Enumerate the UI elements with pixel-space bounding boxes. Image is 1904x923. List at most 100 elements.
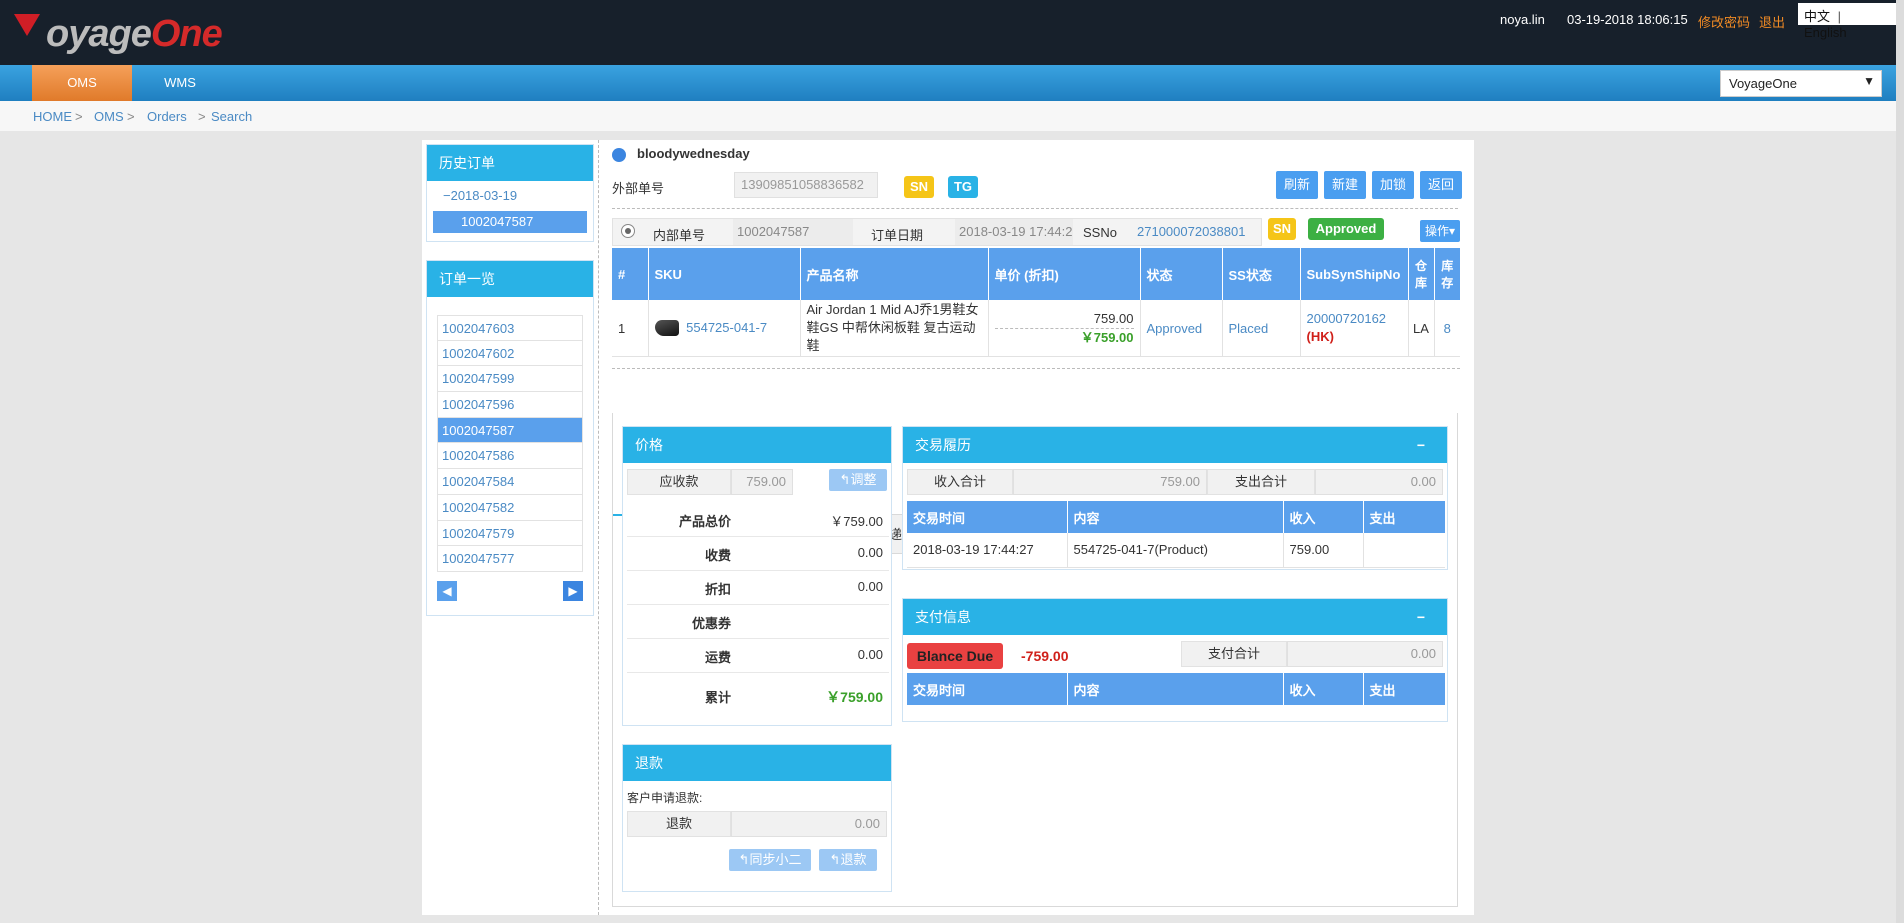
balance-due-badge: Blance Due (907, 643, 1003, 669)
refund-field[interactable]: 0.00 (731, 811, 887, 837)
price-row-label: 产品总价 (678, 514, 731, 529)
price-row-value: 0.00 (857, 647, 883, 662)
history-title: 历史订单 (427, 145, 593, 181)
product-thumbnail[interactable] (654, 320, 679, 337)
breadcrumb-sep: > (75, 109, 83, 124)
ssno-value[interactable]: 271000072038801 (1133, 219, 1255, 245)
new-button[interactable]: 新建 (1324, 171, 1366, 199)
item-status: Approved (1140, 300, 1223, 357)
pay-col-expense: 支出 (1369, 682, 1396, 698)
order-status-badge: Approved (1308, 218, 1384, 240)
order-date-value: 2018-03-19 17:44:2 (955, 219, 1073, 245)
order-list-item[interactable]: 1002047584 (437, 469, 583, 495)
price-panel: 价格 应收款 759.00 ↰调整 产品总价 ￥759.00 收费 0.00 折扣 0.0… (622, 426, 892, 726)
operations-dropdown[interactable]: 操作▾ (1420, 220, 1460, 242)
customer-name[interactable]: bloodywednesday (637, 146, 750, 161)
chevron-down-icon: ▼ (1863, 74, 1875, 88)
next-page-icon[interactable]: ▶ (563, 581, 583, 601)
back-button[interactable]: 返回 (1420, 171, 1462, 199)
ext-order-label: 外部单号 (612, 181, 665, 196)
total-value: ￥759.00 (826, 689, 883, 705)
lang-en-link[interactable]: English (1804, 25, 1847, 40)
order-tag-sn: SN (1268, 218, 1296, 240)
nav-wms[interactable]: WMS (140, 65, 220, 101)
col-status: 状态 (1140, 248, 1223, 300)
item-stock[interactable]: 8 (1434, 300, 1460, 357)
current-datetime: 03-19-2018 18:06:15 (1567, 12, 1688, 27)
income-total-label: 收入合计 (907, 469, 1013, 495)
trade-expense (1363, 533, 1445, 567)
refund-apply-label: 客户申请退款: (627, 791, 703, 805)
order-list-item[interactable]: 1002047577 (437, 546, 583, 572)
price-row-value: ￥759.00 (830, 514, 883, 529)
order-list-item[interactable]: 1002047596 (437, 392, 583, 418)
receivable-field[interactable]: 759.00 (731, 469, 793, 495)
order-date-label: 订单日期 (871, 228, 924, 243)
order-list-item[interactable]: 1002047587 (437, 417, 583, 444)
prev-page-icon[interactable]: ◀ (437, 581, 457, 601)
price-row-label: 收费 (704, 548, 731, 563)
language-switcher: 中文 | English (1798, 3, 1896, 40)
nav-oms[interactable]: OMS (32, 65, 132, 101)
subship-no[interactable]: 20000720162 (1307, 310, 1407, 328)
order-list-item[interactable]: 1002047582 (437, 494, 583, 521)
order-list-item[interactable]: 1002047603 (437, 315, 583, 341)
trade-col-content: 内容 (1067, 501, 1284, 533)
refresh-button[interactable]: 刷新 (1276, 171, 1318, 199)
table-row[interactable]: 1 554725-041-7 Air Jordan 1 Mid AJ乔1男鞋女 … (612, 300, 1460, 357)
logo-text: oyageOne (46, 13, 223, 55)
order-list-item[interactable]: 1002047586 (437, 443, 583, 470)
breadcrumb-oms[interactable]: OMS (94, 109, 124, 124)
sync-button[interactable]: ↰同步小二 (729, 849, 811, 871)
inner-order-value: 1002047587 (733, 219, 853, 245)
ext-order-field[interactable]: 13909851058836582 (734, 172, 878, 198)
price-row-label: 运费 (704, 650, 731, 665)
items-divider (612, 368, 1460, 369)
refund-button[interactable]: ↰退款 (819, 849, 877, 871)
payment-title: 支付信息 (915, 609, 971, 625)
adjust-button[interactable]: ↰调整 (829, 469, 887, 491)
change-password-link[interactable]: 修改密码 (1698, 12, 1750, 31)
main-content: 历史订单 −2018-03-19 1002047587 订单一览 1002047… (422, 140, 1474, 915)
inner-order-label: 内部单号 (653, 228, 706, 243)
tag-tg: TG (948, 176, 978, 198)
col-warehouse: 仓库 (1408, 248, 1435, 300)
price-title: 价格 (623, 427, 891, 463)
page-scrollbar[interactable] (1896, 0, 1904, 923)
price-row: 收费 0.00 (627, 537, 889, 571)
breadcrumb-orders[interactable]: Orders (147, 109, 187, 124)
col-stock: 库存 (1441, 259, 1454, 290)
order-list-item[interactable]: 1002047599 (437, 366, 583, 393)
col-ss-status: SS状态 (1222, 248, 1301, 300)
order-list-panel: 订单一览 1002047603 1002047602 1002047599 10020… (426, 260, 594, 616)
pay-total-field: 0.00 (1287, 641, 1443, 667)
payment-table: 交易时间 内容 收入 支出 (907, 673, 1445, 705)
user-name: noya.lin (1500, 12, 1545, 27)
col-product-name: 产品名称 (800, 248, 989, 300)
logout-link[interactable]: 退出 (1759, 12, 1785, 31)
breadcrumb-sep: > (198, 109, 206, 124)
lang-cn-link[interactable]: 中文 (1804, 9, 1830, 24)
channel-select[interactable]: VoyageOne ▼ (1720, 70, 1882, 97)
balance-due-value: -759.00 (1021, 648, 1069, 664)
collapse-icon[interactable]: − (1417, 427, 1425, 463)
price-row: 折扣 0.00 (627, 571, 889, 605)
collapse-icon[interactable]: − (1417, 599, 1425, 635)
lang-separator: | (1837, 9, 1842, 24)
history-order-item[interactable]: 1002047587 (433, 211, 587, 233)
order-radio[interactable] (621, 224, 635, 238)
payment-panel: 支付信息 − Blance Due -759.00 支付合计 0.00 交易时间… (902, 598, 1448, 722)
order-list-item[interactable]: 1002047602 (437, 340, 583, 367)
pay-total-label: 支付合计 (1181, 641, 1287, 667)
history-date-node[interactable]: −2018-03-19 (443, 188, 517, 203)
price-row: 运费 0.00 (627, 639, 889, 673)
top-bar: oyageOne noya.lin 03-19-2018 18:06:15 修改… (0, 0, 1904, 65)
income-total-field: 759.00 (1013, 469, 1207, 495)
breadcrumb-home[interactable]: HOME (33, 109, 72, 124)
breadcrumb-search[interactable]: Search (211, 109, 252, 124)
expense-total-field: 0.00 (1315, 469, 1443, 495)
sku-link[interactable]: 554725-041-7 (686, 320, 767, 335)
order-list-item[interactable]: 1002047579 (437, 520, 583, 547)
channel-select-value: VoyageOne (1729, 76, 1797, 91)
lock-button[interactable]: 加锁 (1372, 171, 1414, 199)
